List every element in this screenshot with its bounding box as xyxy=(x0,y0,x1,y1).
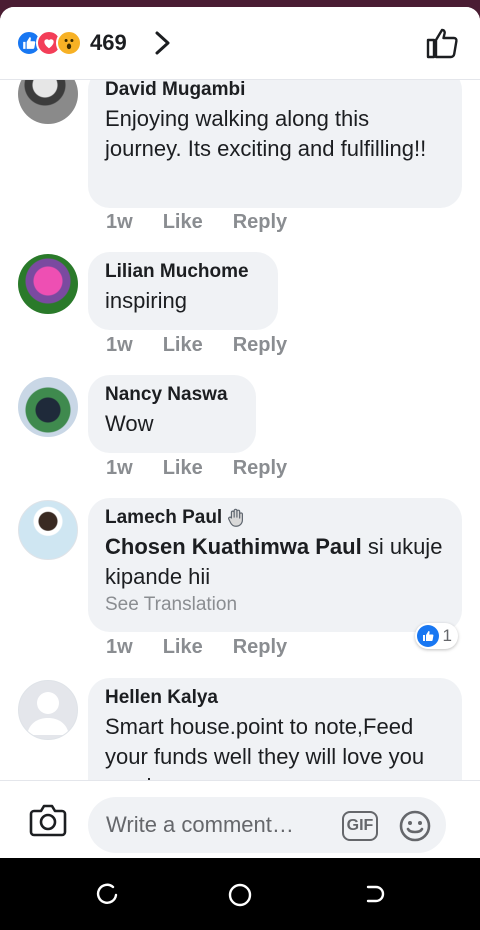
emoji-icon[interactable] xyxy=(398,809,432,843)
reply-link[interactable]: Reply xyxy=(233,334,287,357)
avatar[interactable] xyxy=(18,680,78,740)
comment-input[interactable]: Write a comment… GIF xyxy=(88,797,446,853)
reactions-header: 469 xyxy=(0,7,480,80)
reply-link[interactable]: Reply xyxy=(233,636,287,659)
comment-age: 1w xyxy=(106,334,133,356)
comment-bubble: Lilian Muchome inspiring xyxy=(88,252,278,330)
comment-actions: 1w Like Reply xyxy=(106,457,287,480)
comment-text: Chosen Kuathimwa Paul si ukuje kipande h… xyxy=(105,532,444,592)
camera-icon[interactable] xyxy=(28,801,68,839)
commenter-name[interactable]: Hellen Kalya xyxy=(105,686,444,710)
comment-text: Enjoying walking along this journey. Its… xyxy=(105,106,427,161)
comment-actions: 1w Like Reply xyxy=(106,334,287,357)
avatar[interactable] xyxy=(18,80,78,124)
like-link[interactable]: Like xyxy=(163,457,203,480)
mention-link[interactable]: Chosen Kuathimwa Paul xyxy=(105,534,362,559)
like-link[interactable]: Like xyxy=(163,211,203,234)
comment-bubble: Hellen Kalya Smart house.point to note,F… xyxy=(88,678,462,780)
like-link[interactable]: Like xyxy=(163,636,203,659)
like-outline-icon[interactable] xyxy=(424,25,460,61)
default-avatar-icon xyxy=(27,692,69,735)
commenter-name[interactable]: David Mugambi xyxy=(105,80,444,102)
comment-text: inspiring xyxy=(105,288,187,313)
recent-apps-icon[interactable] xyxy=(95,882,121,908)
comment-age: 1w xyxy=(106,211,133,233)
commenter-name[interactable]: Lilian Muchome xyxy=(105,260,260,284)
reply-link[interactable]: Reply xyxy=(233,457,287,480)
wave-icon xyxy=(228,508,244,527)
system-nav-bar xyxy=(0,858,480,930)
comment-placeholder: Write a comment… xyxy=(106,812,294,837)
see-translation-link[interactable]: See Translation xyxy=(105,594,444,616)
avatar[interactable] xyxy=(18,254,78,314)
comment-list: David Mugambi Enjoying walking along thi… xyxy=(0,80,480,780)
comment-actions: 1w Like Reply xyxy=(106,211,287,234)
like-link[interactable]: Like xyxy=(163,334,203,357)
wow-reaction-icon xyxy=(56,30,82,56)
comment-bubble: David Mugambi Enjoying walking along thi… xyxy=(88,80,462,208)
comment-text: Wow xyxy=(105,411,154,436)
comments-sheet: 469 David Mugambi Enjoying walking along… xyxy=(0,7,480,858)
comment-actions: 1w Like Reply xyxy=(106,636,287,659)
chevron-right-icon[interactable] xyxy=(150,29,174,57)
comment-text: Smart house.point to note,Feed your fund… xyxy=(105,714,425,780)
home-icon[interactable] xyxy=(227,882,253,908)
avatar[interactable] xyxy=(18,500,78,560)
back-icon[interactable] xyxy=(362,882,388,908)
commenter-name-text[interactable]: Lamech Paul xyxy=(105,506,222,530)
commenter-name: Lamech Paul xyxy=(105,506,444,530)
comment-age: 1w xyxy=(106,636,133,658)
comment-reaction-count: 1 xyxy=(442,626,452,645)
comment-reaction-badge[interactable]: 1 xyxy=(414,623,458,649)
reaction-summary[interactable]: 469 xyxy=(16,29,127,57)
comment-bubble: Nancy Naswa Wow xyxy=(88,375,256,453)
gif-button[interactable]: GIF xyxy=(342,811,378,841)
comment-age: 1w xyxy=(106,457,133,479)
like-reaction-icon xyxy=(416,625,439,647)
comment-bubble: Lamech Paul Chosen Kuathimwa Paul si uku… xyxy=(88,498,462,632)
commenter-name[interactable]: Nancy Naswa xyxy=(105,383,238,407)
avatar[interactable] xyxy=(18,377,78,437)
reaction-count: 469 xyxy=(90,30,127,55)
comment-composer: Write a comment… GIF xyxy=(0,780,480,858)
reply-link[interactable]: Reply xyxy=(233,211,287,234)
